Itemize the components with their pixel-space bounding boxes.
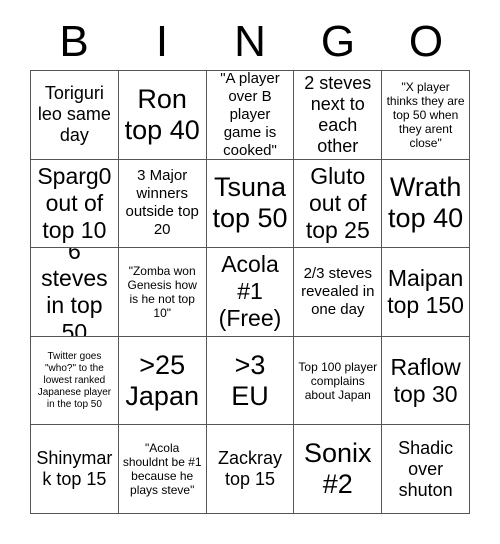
bingo-cell-r3-c1[interactable]: 6 steves in top 50 [31, 248, 119, 337]
bingo-cell-label: Shadic over shuton [398, 437, 454, 500]
bingo-cell-r2-c3[interactable]: Tsuna top 50 [206, 159, 295, 249]
bingo-header-letter-b: B [59, 17, 89, 66]
bingo-cell-r4-c3[interactable]: >3 EU [206, 336, 295, 426]
bingo-cell-label: Wrath top 40 [388, 172, 464, 234]
bingo-cell-label: Sonix #2 [304, 438, 372, 500]
bingo-cell-r5-c1[interactable]: Shinymark top 15 [31, 425, 119, 514]
bingo-card: B I N G O Toriguri leo same day Ron top 40 "A … [0, 0, 500, 544]
bingo-cell-r3-c4[interactable]: 2/3 steves revealed in one day [294, 248, 383, 337]
bingo-cell-r2-c5[interactable]: Wrath top 40 [382, 159, 470, 249]
bingo-cell-r4-c4[interactable]: Top 100 player complains about Japan [294, 336, 383, 426]
bingo-cell-r2-c2[interactable]: 3 Major winners outside top 20 [118, 159, 207, 249]
bingo-cell-label: Sparg0 out of top 10 [37, 162, 112, 243]
bingo-cell-label: >3 EU [231, 349, 269, 411]
bingo-header-letter-o: O [408, 17, 444, 66]
bingo-cell-r1-c5[interactable]: "X player thinks they are top 50 when th… [382, 71, 470, 160]
bingo-cell-r2-c1[interactable]: Sparg0 out of top 10 [31, 159, 119, 249]
bingo-cell-r1-c4[interactable]: 2 steves next to each other [294, 71, 383, 160]
bingo-cell-r4-c2[interactable]: >25 Japan [118, 336, 207, 426]
bingo-cell-r5-c4[interactable]: Sonix #2 [294, 425, 383, 514]
bingo-cell-label: 2 steves next to each other [304, 72, 372, 156]
bingo-cell-r1-c3[interactable]: "A player over B player game is cooked" [206, 71, 295, 160]
bingo-cell-label: "Zomba won Genesis how is he not top 10" [127, 263, 197, 320]
bingo-cell-label: "X player thinks they are top 50 when th… [386, 79, 465, 150]
bingo-cell-r4-c1[interactable]: Twitter goes "who?" to the lowest ranked… [31, 336, 119, 426]
bingo-cell-label: 2/3 steves revealed in one day [301, 264, 375, 318]
bingo-cell-label: "A player over B player game is cooked" [220, 71, 280, 159]
bingo-cell-label: Ron top 40 [124, 83, 200, 145]
bingo-cell-label: 6 steves in top 50 [41, 248, 108, 337]
bingo-header-letter-i: I [155, 17, 169, 66]
bingo-cell-label: >25 Japan [125, 349, 199, 411]
bingo-cell-r5-c3[interactable]: Zackray top 15 [206, 425, 295, 514]
bingo-cell-r1-c2[interactable]: Ron top 40 [118, 71, 207, 160]
bingo-header-row: BINGO [30, 14, 470, 70]
bingo-grid: Toriguri leo same day Ron top 40 "A player… [30, 70, 470, 514]
bingo-cell-label: Acola #1 (Free) [218, 251, 282, 332]
bingo-cell-r5-c2[interactable]: "Acola shouldnt be #1 because he plays s… [118, 425, 207, 514]
bingo-cell-label: Toriguri leo same day [37, 83, 111, 146]
bingo-cell-label: Tsuna top 50 [212, 172, 288, 234]
bingo-free-space-cell[interactable]: Acola #1 (Free) [206, 248, 295, 337]
bingo-cell-r2-c4[interactable]: Gluto out of top 25 [294, 159, 383, 249]
bingo-cell-label: Gluto out of top 25 [305, 162, 370, 243]
bingo-cell-label: Twitter goes "who?" to the lowest ranked… [37, 350, 112, 410]
bingo-header-letter-g: G [320, 17, 356, 66]
bingo-cell-r5-c5[interactable]: Shadic over shuton [382, 425, 470, 514]
bingo-cell-r3-c2[interactable]: "Zomba won Genesis how is he not top 10" [118, 248, 207, 337]
bingo-cell-r1-c1[interactable]: Toriguri leo same day [31, 71, 119, 160]
bingo-cell-label: Zackray top 15 [217, 448, 282, 490]
bingo-cell-label: Raflow top 30 [390, 353, 461, 407]
bingo-cell-r3-c5[interactable]: Maipan top 150 [382, 248, 470, 337]
bingo-cell-label: 3 Major winners outside top 20 [125, 167, 199, 239]
bingo-cell-label: Maipan top 150 [387, 264, 464, 318]
bingo-cell-r4-c5[interactable]: Raflow top 30 [382, 336, 470, 426]
bingo-cell-label: Top 100 player complains about Japan [298, 359, 378, 402]
bingo-cell-label: "Acola shouldnt be #1 because he plays s… [122, 441, 202, 498]
bingo-cell-label: Shinymark top 15 [36, 448, 113, 490]
bingo-header-letter-n: N [234, 17, 266, 66]
